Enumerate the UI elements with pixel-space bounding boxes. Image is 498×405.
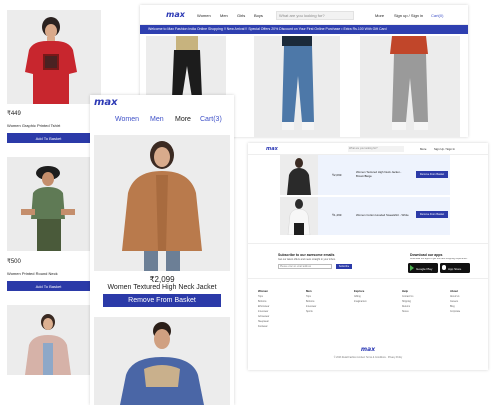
product-image-hoodie[interactable] xyxy=(94,317,230,405)
left-product-column: ₹449 Women Graphic Printed Tshirt Add To… xyxy=(0,0,101,405)
basket-item-image[interactable] xyxy=(280,197,318,235)
apps-text: Download our apps to get the best shoppi… xyxy=(410,258,468,260)
sign-in-link[interactable]: Sign Up / Sign In xyxy=(434,147,455,151)
nav-women[interactable]: Women xyxy=(197,13,211,18)
nav-women[interactable]: Women xyxy=(115,116,139,123)
detail-product-name: Women Textured High Neck Jacket xyxy=(107,284,217,291)
app-store-label: App Store xyxy=(448,266,462,271)
nav-cart[interactable]: Cart(3) xyxy=(200,116,222,123)
remove-from-basket-button[interactable]: Remove From Basket xyxy=(416,171,448,178)
footer-column-title: Help xyxy=(402,289,409,293)
subscribe-button[interactable]: Subscribe xyxy=(336,264,352,269)
footer-max-logo[interactable]: max xyxy=(248,346,488,353)
max-logo[interactable]: max xyxy=(94,97,118,108)
footer-column-title: Women xyxy=(258,289,269,293)
subscribe-title: Subscribe to our awesome emails xyxy=(278,253,335,257)
basket-item-name: Women Textured High Neck Jacket - Brown/… xyxy=(356,170,402,178)
footer-column-title: Men xyxy=(306,289,312,293)
basket-header: max What are you looking for? More Sign … xyxy=(248,143,488,155)
remove-from-basket-button[interactable]: Remove From Basket xyxy=(103,294,221,307)
search-placeholder: What are you looking for? xyxy=(279,13,325,18)
basket-row: ₹1,499 Women Cotton Hooded Sweatshirt - … xyxy=(280,197,450,235)
google-play-label: Google Play xyxy=(416,266,433,271)
product-image-pink-coat[interactable] xyxy=(7,305,90,375)
product-image-red-tshirt[interactable] xyxy=(7,10,101,104)
search-input[interactable]: What are you looking for? xyxy=(348,146,404,152)
apple-icon xyxy=(442,265,446,270)
product-image-brown-jacket[interactable] xyxy=(94,135,230,271)
sign-in-link[interactable]: Sign up / Sign in xyxy=(394,13,423,18)
detail-price: ₹2,099 xyxy=(149,275,175,284)
apps-title: Download our apps xyxy=(410,253,443,257)
product-name[interactable]: Women Printed Round Neck xyxy=(7,271,58,276)
copyright-text: © 2023 Retail Fashion Limited. Terms & C… xyxy=(333,357,403,359)
add-to-basket-button[interactable]: Add To Basket xyxy=(7,133,90,143)
basket-item-price: ₹2,099 xyxy=(332,173,342,177)
product-detail-window: max Women Men More Cart(3) ₹2,099 Women … xyxy=(90,95,234,405)
basket-window: max What are you looking for? More Sign … xyxy=(248,143,488,370)
subscribe-text: Get our latest offers and news straight … xyxy=(278,258,336,261)
top-header: max Women Men Girls Boys What are you lo… xyxy=(140,5,468,25)
email-placeholder: Please enter an email address xyxy=(280,265,312,268)
listing-image-grey-joggers[interactable] xyxy=(360,36,460,137)
nav-men[interactable]: Men xyxy=(220,13,228,18)
footer-column-title: About xyxy=(450,289,459,293)
cart-link[interactable]: Cart(0) xyxy=(431,13,443,18)
footer-column-help: Help Contact Us Shipping Returns Stores xyxy=(402,289,413,315)
play-store-icon xyxy=(410,265,414,271)
google-play-button[interactable]: Google Play xyxy=(408,263,438,273)
footer-links: Women Tops Bottoms Ethnicwear Innerwear … xyxy=(248,285,488,345)
product-image-green-top[interactable] xyxy=(7,157,90,251)
product-price: ₹449 xyxy=(7,111,21,117)
basket-item-image[interactable] xyxy=(280,155,318,195)
email-input[interactable]: Please enter an email address xyxy=(278,264,332,269)
app-store-button[interactable]: App Store xyxy=(440,263,470,273)
search-input[interactable]: What are you looking for? xyxy=(276,11,354,20)
nav-more[interactable]: More xyxy=(175,116,191,123)
product-price: ₹500 xyxy=(7,259,21,265)
promo-banner-text: Welcome to Max Fashion India Online Shop… xyxy=(148,27,387,31)
footer-link[interactable]: Imaginarium xyxy=(354,300,367,305)
more-link[interactable]: More xyxy=(375,13,384,18)
footer-link[interactable]: Footwear xyxy=(258,325,269,330)
search-placeholder: What are you looking for? xyxy=(349,147,378,150)
detail-header: max Women Men More Cart(3) xyxy=(90,95,234,130)
footer-link[interactable]: Stores xyxy=(402,310,413,315)
basket-item-price: ₹1,499 xyxy=(332,213,342,217)
footer-column-men: Men Tops Bottoms Innerwear Sports xyxy=(306,289,316,315)
footer-link[interactable]: Corporate xyxy=(450,310,460,315)
nav-girls[interactable]: Girls xyxy=(237,13,245,18)
footer-link[interactable]: Sports xyxy=(306,310,316,315)
max-logo[interactable]: max xyxy=(166,10,185,19)
footer-column-women: Women Tops Bottoms Ethnicwear Innerwear … xyxy=(258,289,269,330)
max-logo[interactable]: max xyxy=(266,146,278,152)
remove-from-basket-button[interactable]: Remove From Basket xyxy=(416,211,448,218)
promo-banner: Welcome to Max Fashion India Online Shop… xyxy=(140,25,468,34)
listing-image-blue-jeans[interactable] xyxy=(254,36,340,137)
footer-column-about: About About Us Careers Blog Corporate xyxy=(450,289,460,315)
add-to-basket-button[interactable]: Add To Basket xyxy=(7,281,90,291)
basket-row: ₹2,099 Women Textured High Neck Jacket -… xyxy=(280,155,450,195)
footer-column-explore: Explore Gifting Imaginarium xyxy=(354,289,367,305)
nav-boys[interactable]: Boys xyxy=(254,13,263,18)
more-link[interactable]: More xyxy=(420,147,426,151)
footer-column-title: Explore xyxy=(354,289,365,293)
subscribe-section: Subscribe to our awesome emails Get our … xyxy=(248,243,488,279)
nav-men[interactable]: Men xyxy=(150,116,164,123)
product-name[interactable]: Women Graphic Printed Tshirt xyxy=(7,123,60,128)
